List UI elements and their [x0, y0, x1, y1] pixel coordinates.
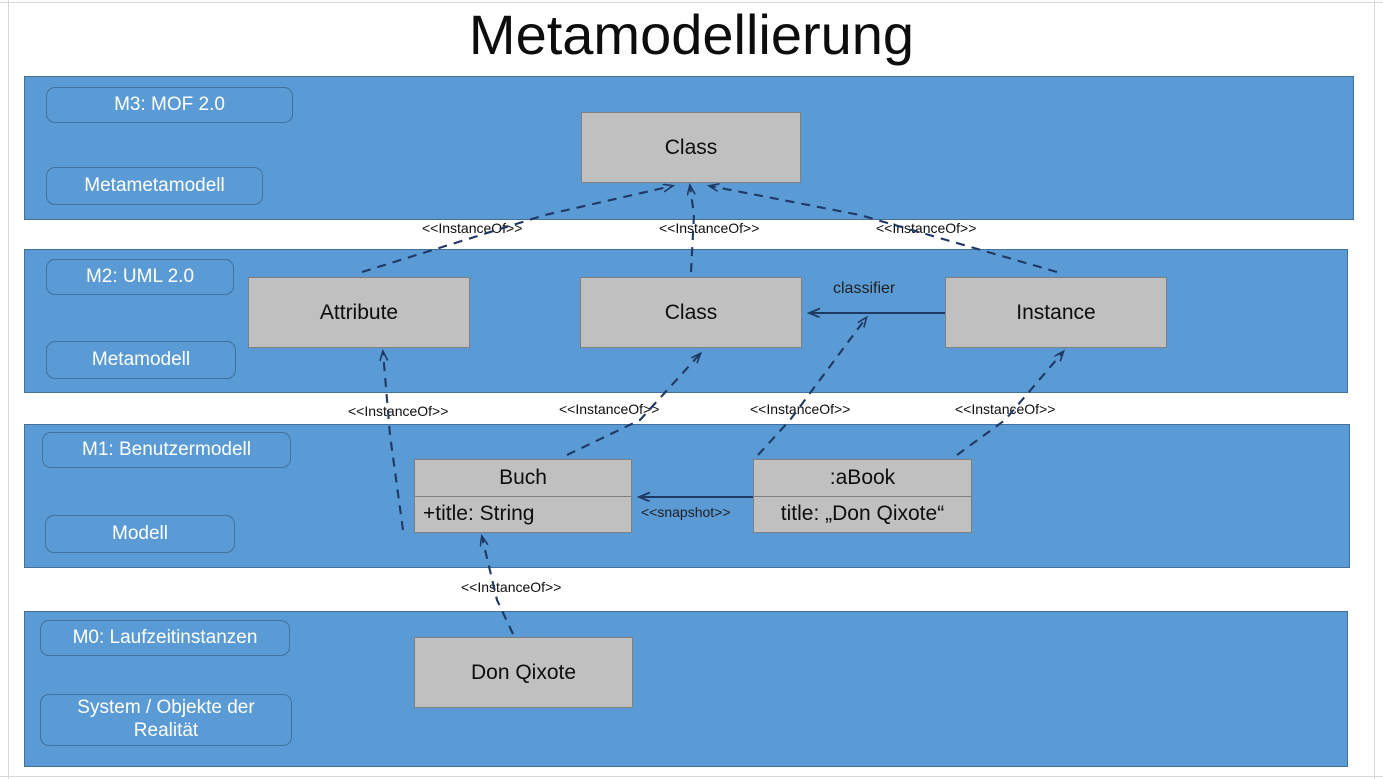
page-frame-right — [1374, 0, 1375, 779]
page-title: Metamodellierung — [468, 3, 915, 66]
slide-canvas: Metamodellierung M3: MOF 2.0 Metametamod… — [0, 0, 1383, 779]
uml-box-m1-buch[interactable]: Buch +title: String — [414, 459, 632, 533]
edge-label-instanceof-abook-classifier: <<InstanceOf>> — [750, 401, 851, 417]
uml-box-m2-class[interactable]: Class — [580, 277, 802, 348]
layer-tag-m2-role: Metamodell — [46, 341, 236, 379]
uml-box-m2-attribute[interactable]: Attribute — [248, 277, 470, 348]
uml-box-m0-don-qixote[interactable]: Don Qixote — [414, 637, 633, 708]
edge-label-instanceof-donqixote-title: <<InstanceOf>> — [461, 579, 562, 595]
edge-label-instanceof-instance-class: <<InstanceOf>> — [876, 220, 977, 236]
association-label-snapshot: <<snapshot>> — [641, 504, 731, 520]
layer-tag-m0-role: System / Objekte der Realität — [40, 694, 292, 746]
edge-label-instanceof-attribute-class: <<InstanceOf>> — [422, 220, 523, 236]
layer-tag-m3-level: M3: MOF 2.0 — [46, 87, 293, 123]
layer-tag-m1-role: Modell — [45, 515, 235, 553]
association-label-classifier: classifier — [833, 280, 896, 297]
layer-tag-m2-level: M2: UML 2.0 — [46, 259, 234, 295]
uml-box-m1-abook[interactable]: :aBook title: „Don Qixote“ — [753, 459, 972, 533]
edge-label-instanceof-buch-class: <<InstanceOf>> — [559, 401, 660, 417]
edge-label-instanceof-title-attribute: <<InstanceOf>> — [348, 403, 449, 419]
uml-box-m1-abook-name: :aBook — [829, 465, 896, 489]
page-frame-bottom — [0, 776, 1383, 777]
uml-box-m1-buch-name: Buch — [499, 465, 547, 489]
edge-label-instanceof-class-class: <<InstanceOf>> — [659, 220, 760, 236]
uml-box-m2-instance[interactable]: Instance — [945, 277, 1167, 348]
uml-box-m3-class[interactable]: Class — [581, 112, 801, 183]
uml-box-m1-buch-attribute: +title: String — [423, 502, 535, 526]
layer-tag-m3-role: Metametamodell — [46, 167, 263, 205]
edge-label-instanceof-abook-instance: <<InstanceOf>> — [955, 401, 1056, 417]
layer-tag-m1-level: M1: Benutzermodell — [42, 432, 291, 468]
uml-box-m1-abook-attribute: title: „Don Qixote“ — [780, 502, 945, 526]
page-frame-left — [8, 0, 9, 779]
layer-tag-m0-level: M0: Laufzeitinstanzen — [40, 620, 290, 656]
